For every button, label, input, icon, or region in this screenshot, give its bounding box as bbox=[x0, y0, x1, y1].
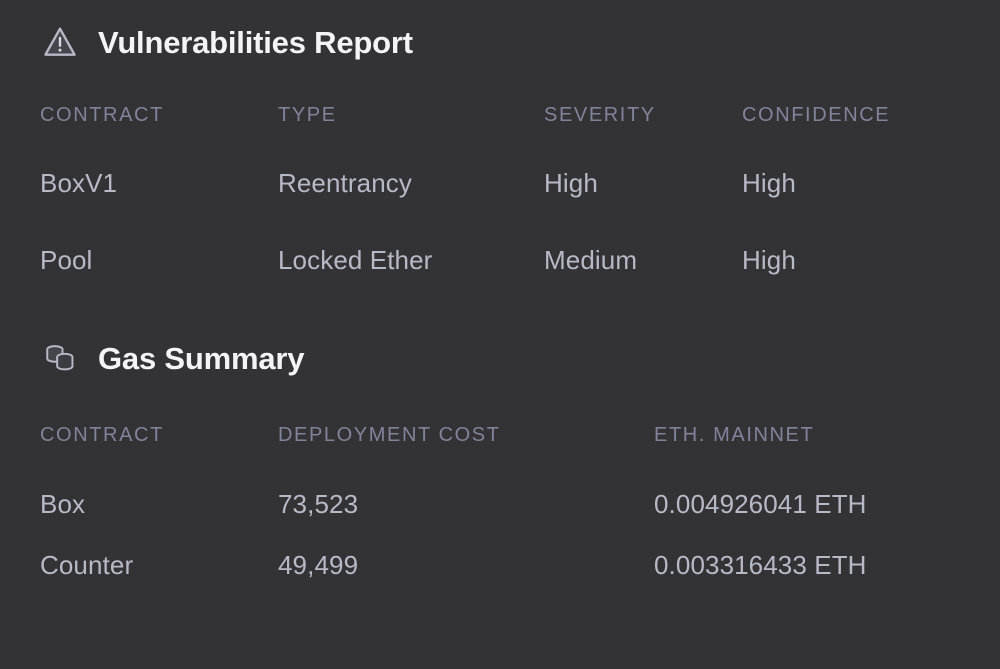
cell-contract: Counter bbox=[40, 550, 134, 580]
column-header-confidence: CONFIDENCE bbox=[742, 104, 891, 126]
gas-summary-title: Gas Summary bbox=[98, 340, 305, 376]
column-header-eth-mainnet: ETH. MAINNET bbox=[654, 424, 815, 446]
column-header-contract: CONTRACT bbox=[40, 424, 164, 446]
table-row: Pool Locked Ether Medium High bbox=[0, 245, 1000, 276]
cell-eth-mainnet: 0.003316433 ETH bbox=[654, 550, 867, 580]
table-row: Box 73,523 0.004926041 ETH bbox=[0, 489, 1000, 520]
column-header-severity: SEVERITY bbox=[544, 104, 656, 126]
cell-contract: Box bbox=[40, 489, 86, 519]
cell-confidence: High bbox=[742, 168, 796, 198]
table-row: BoxV1 Reentrancy High High bbox=[0, 168, 1000, 199]
coins-stack-icon bbox=[40, 338, 80, 378]
vulnerabilities-section-header: Vulnerabilities Report bbox=[0, 0, 1000, 62]
cell-deployment-cost: 73,523 bbox=[278, 489, 359, 519]
vulnerabilities-title: Vulnerabilities Report bbox=[98, 24, 413, 60]
cell-severity: Medium bbox=[544, 245, 638, 275]
cell-severity: High bbox=[544, 168, 598, 198]
column-header-type: TYPE bbox=[278, 104, 337, 126]
cell-type: Locked Ether bbox=[278, 245, 433, 275]
table-row: Counter 49,499 0.003316433 ETH bbox=[0, 550, 1000, 581]
cell-contract: Pool bbox=[40, 245, 93, 275]
report-page: Vulnerabilities Report CONTRACT TYPE SEV… bbox=[0, 0, 1000, 669]
cell-eth-mainnet: 0.004926041 ETH bbox=[654, 489, 867, 519]
column-header-deployment-cost: DEPLOYMENT COST bbox=[278, 424, 501, 446]
warning-triangle-icon bbox=[40, 22, 80, 62]
gas-summary-table-header-row: CONTRACT DEPLOYMENT COST ETH. MAINNET bbox=[0, 424, 1000, 447]
gas-summary-table: CONTRACT DEPLOYMENT COST ETH. MAINNET Bo… bbox=[0, 424, 1000, 581]
vulnerabilities-table: CONTRACT TYPE SEVERITY CONFIDENCE BoxV1 … bbox=[0, 104, 1000, 276]
gas-summary-section-header: Gas Summary bbox=[0, 276, 1000, 378]
cell-deployment-cost: 49,499 bbox=[278, 550, 359, 580]
cell-contract: BoxV1 bbox=[40, 168, 118, 198]
vulnerabilities-table-header-row: CONTRACT TYPE SEVERITY CONFIDENCE bbox=[0, 104, 1000, 127]
cell-type: Reentrancy bbox=[278, 168, 412, 198]
cell-confidence: High bbox=[742, 245, 796, 275]
column-header-contract: CONTRACT bbox=[40, 104, 164, 126]
